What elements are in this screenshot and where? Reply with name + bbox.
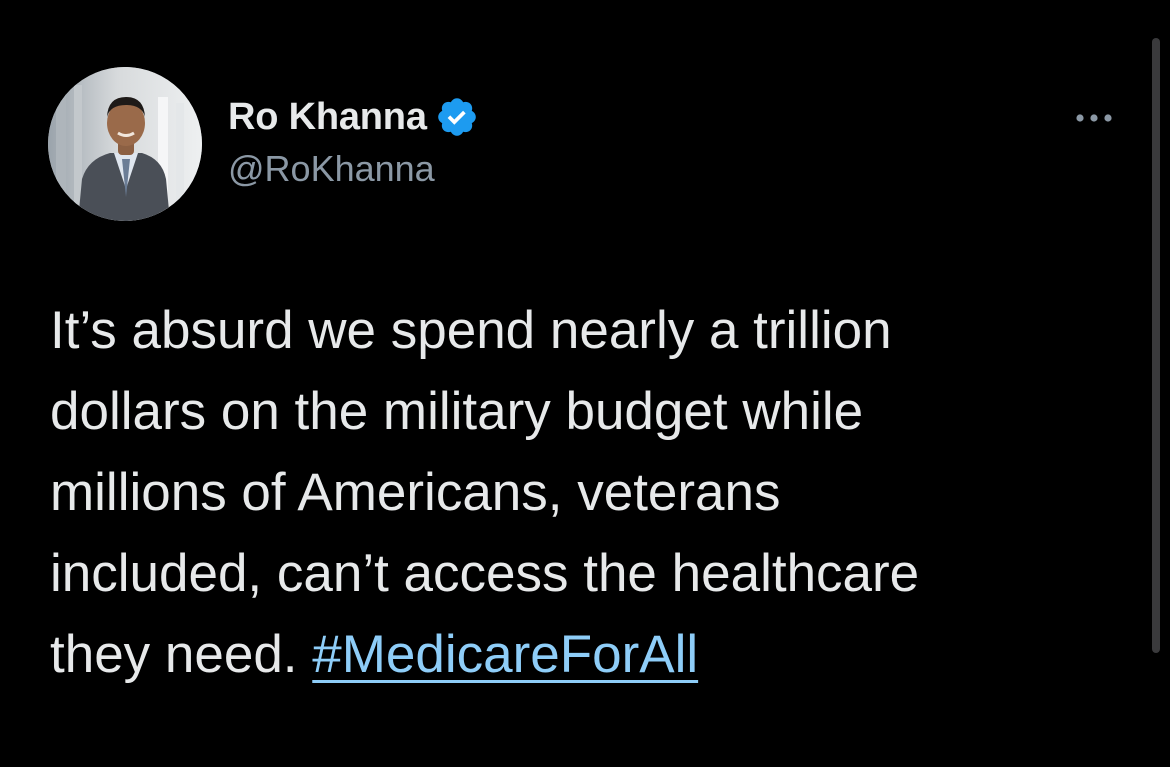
tweet-text-line-prefix: they need. xyxy=(50,625,313,684)
hashtag-link[interactable]: #MedicareForAll xyxy=(312,625,698,684)
author-handle[interactable]: @RoKhanna xyxy=(228,148,435,190)
more-options-button[interactable] xyxy=(1070,104,1118,132)
tweet-text-last-line: they need. #MedicareForAll xyxy=(50,614,1130,695)
tweet-text: It’s absurd we spend nearly a trillion d… xyxy=(50,290,1130,695)
more-options-icon xyxy=(1076,114,1112,122)
tweet-text-line: millions of Americans, veterans xyxy=(50,463,781,522)
tweet-text-line: dollars on the military budget while xyxy=(50,382,864,441)
verified-badge-icon xyxy=(435,95,479,139)
author-avatar[interactable] xyxy=(48,67,202,221)
tweet-card: Ro Khanna @RoKhanna It’s absurd we spend… xyxy=(0,0,1170,767)
author-name-row: Ro Khanna xyxy=(228,94,479,140)
tweet-text-line: included, can’t access the healthcare xyxy=(50,544,920,603)
author-display-name[interactable]: Ro Khanna xyxy=(228,96,427,139)
scrollbar[interactable] xyxy=(1152,38,1160,653)
tweet-text-line: It’s absurd we spend nearly a trillion xyxy=(50,301,892,360)
avatar-image xyxy=(48,67,202,221)
